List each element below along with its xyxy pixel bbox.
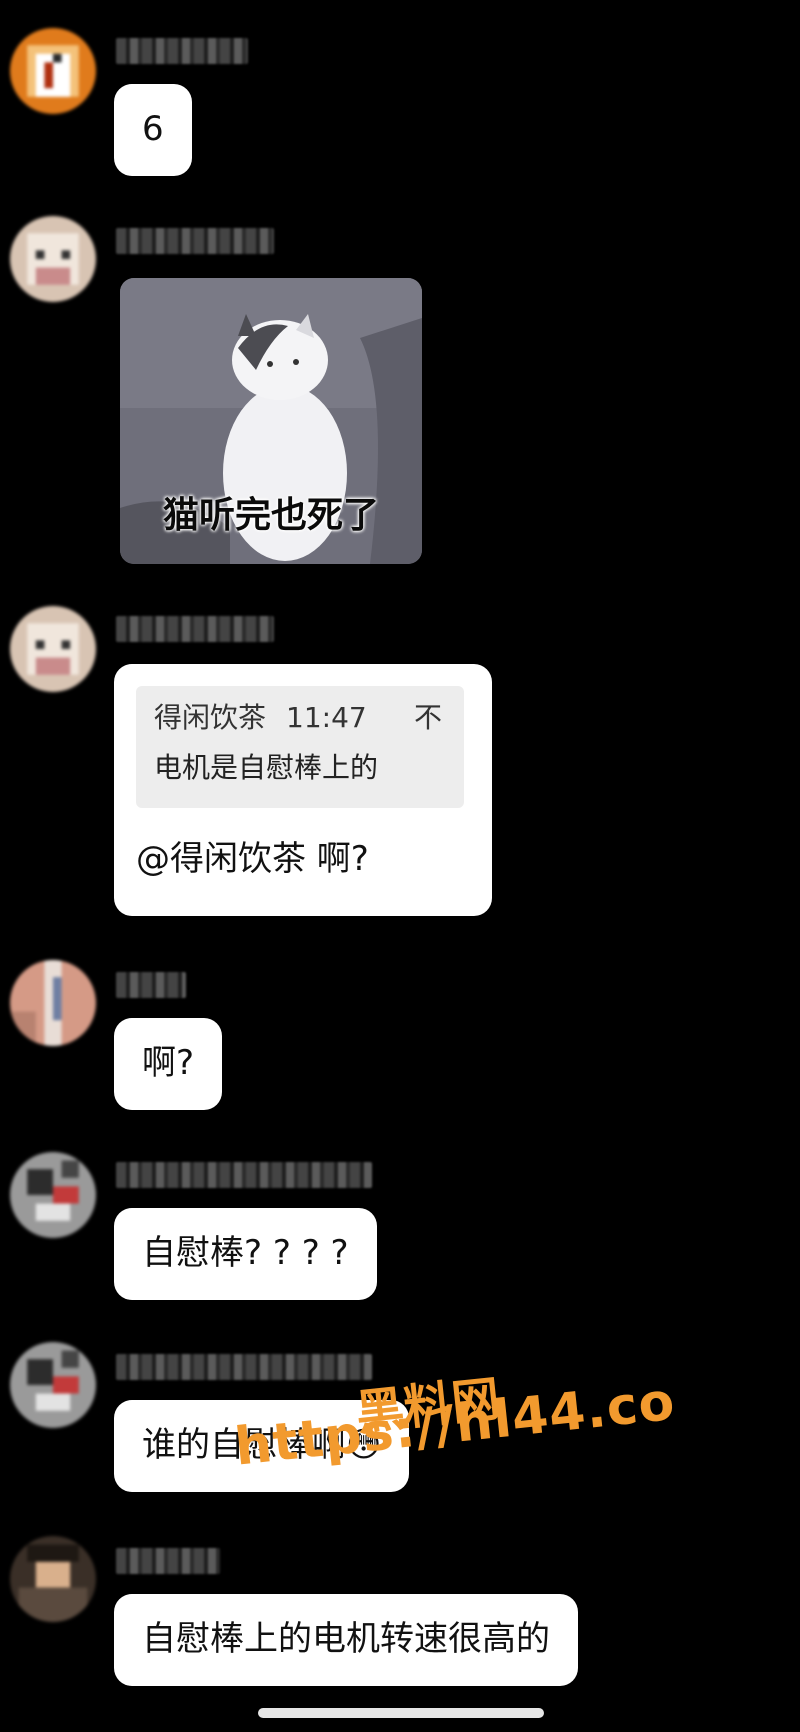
- message-text: 啊?: [142, 1043, 195, 1083]
- message-text: 自慰棒? ? ? ?: [142, 1233, 349, 1273]
- avatar-cat-icon: [10, 606, 96, 692]
- sender-name-blurred: [116, 1162, 372, 1188]
- sender-name-blurred: [116, 1548, 220, 1574]
- message-text: 6: [142, 109, 164, 149]
- quote-time: 11:47: [286, 701, 367, 734]
- message-bubble[interactable]: 6: [114, 84, 192, 176]
- sender-name-blurred: [116, 616, 274, 642]
- message-bubble[interactable]: 得闲饮茶 11:47 不 电机是自慰棒上的 @得闲饮茶 啊?: [114, 664, 492, 916]
- sender-name-blurred: [116, 228, 274, 254]
- user-avatar[interactable]: [10, 1152, 96, 1238]
- message-bubble[interactable]: 自慰棒上的电机转速很高的: [114, 1594, 578, 1686]
- message-text: 自慰棒上的电机转速很高的: [142, 1619, 550, 1659]
- user-avatar[interactable]: [10, 216, 96, 302]
- home-indicator[interactable]: [258, 1708, 544, 1718]
- quote-author: 得闲饮茶: [154, 701, 267, 734]
- sender-name-blurred: [116, 38, 248, 64]
- user-avatar[interactable]: [10, 606, 96, 692]
- user-avatar[interactable]: [10, 960, 96, 1046]
- sender-name-blurred: [116, 972, 186, 998]
- sticker-image[interactable]: 猫听完也死了: [120, 278, 422, 564]
- message-bubble[interactable]: 自慰棒? ? ? ?: [114, 1208, 377, 1300]
- avatar-gray-icon: [10, 1342, 96, 1428]
- avatar-pink-icon: [10, 960, 96, 1046]
- sender-name-blurred: [116, 1354, 372, 1380]
- message-text: @得闲饮茶 啊?: [136, 839, 369, 879]
- quote-flag: 不: [413, 701, 442, 734]
- avatar-pixel-orange-icon: [10, 28, 96, 114]
- avatar-dark-icon: [10, 1536, 96, 1622]
- avatar-gray-icon: [10, 1152, 96, 1238]
- message-bubble[interactable]: 啊?: [114, 1018, 223, 1110]
- avatar-cat-icon: [10, 216, 96, 302]
- sticker-caption: 猫听完也死了: [162, 495, 379, 536]
- quote-text: 电机是自慰棒上的: [154, 751, 379, 784]
- user-avatar[interactable]: [10, 1536, 96, 1622]
- user-avatar[interactable]: [10, 1342, 96, 1428]
- quoted-message[interactable]: 得闲饮茶 11:47 不 电机是自慰棒上的: [136, 686, 464, 808]
- user-avatar[interactable]: [10, 28, 96, 114]
